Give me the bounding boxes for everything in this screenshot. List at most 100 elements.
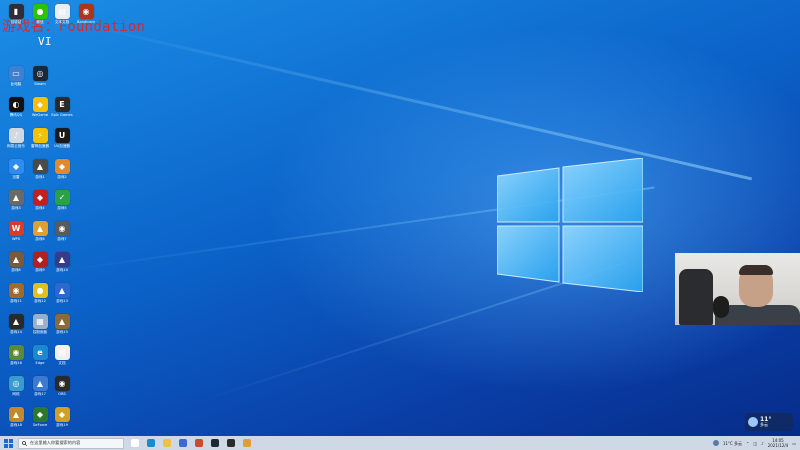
desktop-icon[interactable]: ▤ 文本文档 [50, 4, 74, 24]
app-icon: ◆ [32, 190, 48, 205]
taskbar-app-store[interactable] [176, 436, 189, 450]
app-icon: ▲ [32, 221, 48, 236]
desktop-icon[interactable]: ▦ 控制面板 [28, 314, 52, 334]
app-icon: ▲ [32, 376, 48, 391]
desktop-icon[interactable]: ◆ 游戏9 [28, 252, 52, 272]
tray-up-arrow-icon[interactable]: ⌃ [746, 441, 749, 446]
light-beam [69, 20, 753, 181]
desktop-icon-label: GeForce [32, 423, 48, 427]
desktop-icon[interactable]: ▲ 游戏8 [4, 252, 28, 272]
taskbar-app-steam[interactable] [208, 436, 221, 450]
desktop-icon-label: 雷神加速器 [31, 144, 49, 148]
desktop-icon[interactable]: ▲ 游戏1 [28, 159, 52, 179]
desktop-icon-label: 游戏8 [11, 268, 21, 272]
app-icon: ▲ [54, 283, 70, 298]
desktop-icon[interactable]: ✓ 游戏5 [50, 190, 74, 210]
desktop-icon-label: OBS [58, 392, 66, 396]
desktop-icon[interactable]: ▲ 游戏3 [4, 190, 28, 210]
app-icon: W [8, 221, 24, 236]
desktop-icon-label: 游戏15 [56, 330, 68, 334]
file-explorer-icon [162, 439, 171, 447]
desktop-icon[interactable]: ◉ 游戏7 [50, 221, 74, 241]
desktop-icon[interactable]: E Epic Games [50, 97, 74, 117]
app-icon: ▲ [8, 407, 24, 422]
taskbar-app-edge[interactable] [144, 436, 157, 450]
desktop-icon[interactable]: ▲ 游戏13 [50, 283, 74, 303]
desktop-icon[interactable]: ◉ OBS [50, 376, 74, 396]
desktop-icon[interactable]: ◆ 游戏19 [50, 407, 74, 427]
app-icon: ⚡ [32, 128, 48, 143]
desktop-icon[interactable]: U UU加速器 [50, 128, 74, 148]
app-icon: ◆ [32, 252, 48, 267]
desktop-icon[interactable]: ▲ 游戏10 [50, 252, 74, 272]
volume-icon[interactable]: ♪ [761, 441, 764, 446]
app-icon: ▲ [54, 314, 70, 329]
desktop-icon[interactable]: ◉ 游戏11 [4, 283, 28, 303]
app-icon: ▦ [32, 314, 48, 329]
edge-icon [146, 439, 155, 447]
desktop-icon-label: 网易云音乐 [7, 144, 25, 148]
desktop-icon[interactable]: W WPS [4, 221, 28, 241]
desktop-icon-label: UU加速器 [53, 144, 71, 148]
desktop-icon[interactable]: ▲ 游戏6 [28, 221, 52, 241]
desktop-icon-label: 游戏2 [57, 175, 67, 179]
desktop-icon[interactable]: ◐ 腾讯QQ [4, 97, 28, 117]
desktop-icon[interactable]: ◉ Bandicam [74, 4, 98, 24]
desktop-icon-label: 游戏13 [56, 299, 68, 303]
app-icon: ▲ [8, 314, 24, 329]
app-icon: E [54, 97, 70, 112]
desktop-icon[interactable]: ▲ 游戏18 [4, 407, 28, 427]
tray-weather-icon[interactable] [712, 440, 719, 446]
desktop-icon[interactable]: ◆ 游戏2 [50, 159, 74, 179]
app-icon: ◉ [8, 345, 24, 360]
app-icon: ✓ [54, 190, 70, 205]
desktop-icon[interactable]: ▤ 文档 [50, 345, 74, 365]
desktop-icon[interactable]: ◆ 游戏4 [28, 190, 52, 210]
network-icon[interactable]: ◫ [753, 441, 757, 446]
desktop-icon[interactable]: ▲ 游戏14 [4, 314, 28, 334]
tray-weather-text[interactable]: 11°C 多云 [723, 441, 742, 446]
app-icon: ◐ [8, 97, 24, 112]
desktop-icon[interactable]: ● 游戏12 [28, 283, 52, 303]
desktop-icon[interactable]: ▲ 游戏17 [28, 376, 52, 396]
desktop-icon[interactable]: ▲ 游戏15 [50, 314, 74, 334]
desktop-icon[interactable]: e Edge [28, 345, 52, 365]
app-icon: ▲ [8, 190, 24, 205]
desktop-icon[interactable]: ▮ 回收站 [4, 4, 28, 24]
desktop-icon[interactable]: ◎ 网络 [4, 376, 28, 396]
desktop-icon-label: Steam [34, 82, 46, 86]
overlay-subtitle: VI [38, 35, 52, 48]
desktop-icon[interactable]: ◆ 迅雷 [4, 159, 28, 179]
gaming-chair [679, 269, 713, 325]
desktop-icon[interactable]: ● 微信 [28, 4, 52, 24]
game-icon [242, 439, 251, 447]
taskbar: 在这里输入你要搜索的内容 11°C 多云 ⌃ ◫ ♪ 14:05 2021/12… [0, 436, 800, 450]
taskbar-app-obs[interactable] [224, 436, 237, 450]
desktop-icon-label: 控制面板 [32, 330, 48, 334]
desktop-icon[interactable]: ▭ 此电脑 [4, 66, 28, 86]
taskbar-app-chrome[interactable] [192, 436, 205, 450]
clock[interactable]: 14:05 2021/12/4 [768, 438, 789, 448]
app-icon: ▲ [32, 159, 48, 174]
desktop-icon[interactable]: ◆ WeGame [28, 97, 52, 117]
desktop-icon-label: 游戏5 [57, 206, 67, 210]
weather-widget[interactable]: 11° 多云 [745, 413, 793, 431]
taskbar-app-task-view[interactable] [128, 436, 141, 450]
desktop-icon[interactable]: ◎ Steam [28, 66, 52, 86]
notification-icon[interactable]: ▭ [792, 441, 796, 446]
system-tray: 11°C 多云 ⌃ ◫ ♪ 14:05 2021/12/4 ▭ [712, 436, 796, 450]
desktop-icon[interactable]: ◆ GeForce [28, 407, 52, 427]
streamer-hair [739, 265, 773, 275]
steam-icon [210, 439, 219, 447]
desktop-icon[interactable]: ⚡ 雷神加速器 [28, 128, 52, 148]
desktop-icon[interactable]: ♪ 网易云音乐 [4, 128, 28, 148]
taskbar-app-file-explorer[interactable] [160, 436, 173, 450]
webcam-overlay [675, 253, 800, 325]
desktop-icon-label: 网络 [12, 392, 20, 396]
taskbar-search-box[interactable]: 在这里输入你要搜索的内容 [18, 437, 124, 449]
desktop-icon[interactable]: ◉ 游戏16 [4, 345, 28, 365]
desktop-icon-label: 游戏9 [35, 268, 45, 272]
taskbar-app-game[interactable] [240, 436, 253, 450]
desktop-icon-label: 游戏3 [11, 206, 21, 210]
start-button[interactable] [0, 436, 16, 450]
